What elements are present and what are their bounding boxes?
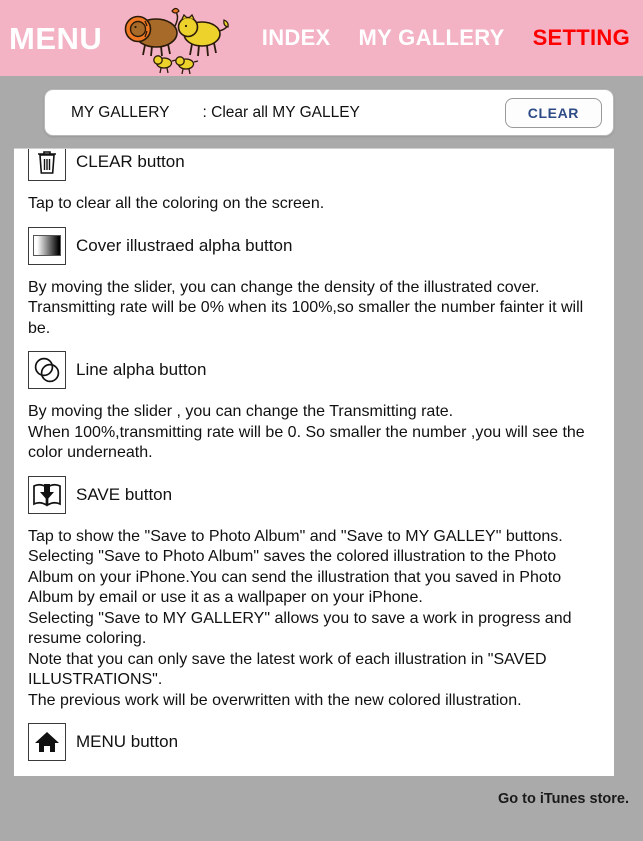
app-header: MENU INDEX MY GALLERY SETTING (0, 0, 643, 76)
trash-icon (28, 149, 66, 181)
subbar-container: MY GALLERY : Clear all MY GALLEY CLEAR (0, 76, 643, 136)
help-item-menu: MENU button (28, 723, 600, 761)
help-item-title: Line alpha button (76, 360, 207, 379)
setting-row-description: : Clear all MY GALLEY (202, 103, 360, 121)
help-item-body: Tap to clear all the coloring on the scr… (28, 195, 325, 212)
itunes-store-link[interactable]: Go to iTunes store. (498, 791, 629, 807)
help-item-title: MENU button (76, 732, 179, 751)
help-item-title: Cover illustraed alpha button (76, 235, 293, 255)
lion-family-illustration-icon (124, 7, 230, 74)
nav-link-setting[interactable]: SETTING (533, 25, 630, 51)
clear-gallery-button[interactable]: CLEAR (504, 97, 602, 128)
help-item-save: SAVE button (28, 475, 600, 514)
help-item-body: Tap to show the "Save to Photo Album" an… (28, 527, 572, 709)
my-gallery-setting-row: MY GALLERY : Clear all MY GALLEY CLEAR (44, 89, 614, 136)
setting-row-label: MY GALLERY (71, 103, 170, 121)
help-item-title: CLEAR button (76, 152, 185, 171)
help-panel[interactable]: CLEAR button Tap to clear all the colori… (14, 148, 614, 776)
nav-link-my-gallery[interactable]: MY GALLERY (359, 25, 505, 51)
help-panel-scroll-content: CLEAR button Tap to clear all the colori… (14, 149, 614, 776)
help-item-clear: CLEAR button (28, 149, 600, 181)
book-download-icon (28, 475, 66, 514)
gradient-swatch-fill (33, 235, 61, 256)
help-item-title: SAVE button (76, 484, 173, 504)
help-item-cover-alpha: Cover illustraed alpha button (28, 226, 600, 265)
nav-link-index[interactable]: INDEX (262, 25, 331, 51)
help-item-body: By moving the slider, you can change the… (28, 278, 584, 337)
help-item-body: Tap to return to the menu screen. (28, 774, 600, 776)
help-item-line-alpha: Line alpha button (28, 351, 600, 389)
menu-title: MENU (9, 20, 103, 56)
home-icon (28, 723, 66, 761)
help-panel-container: CLEAR button Tap to clear all the colori… (0, 136, 643, 776)
overlapping-circles-icon (28, 351, 66, 389)
help-item-body: By moving the slider , you can change th… (28, 403, 585, 461)
gradient-swatch-icon (28, 226, 66, 265)
main-nav: INDEX MY GALLERY SETTING (262, 25, 643, 51)
